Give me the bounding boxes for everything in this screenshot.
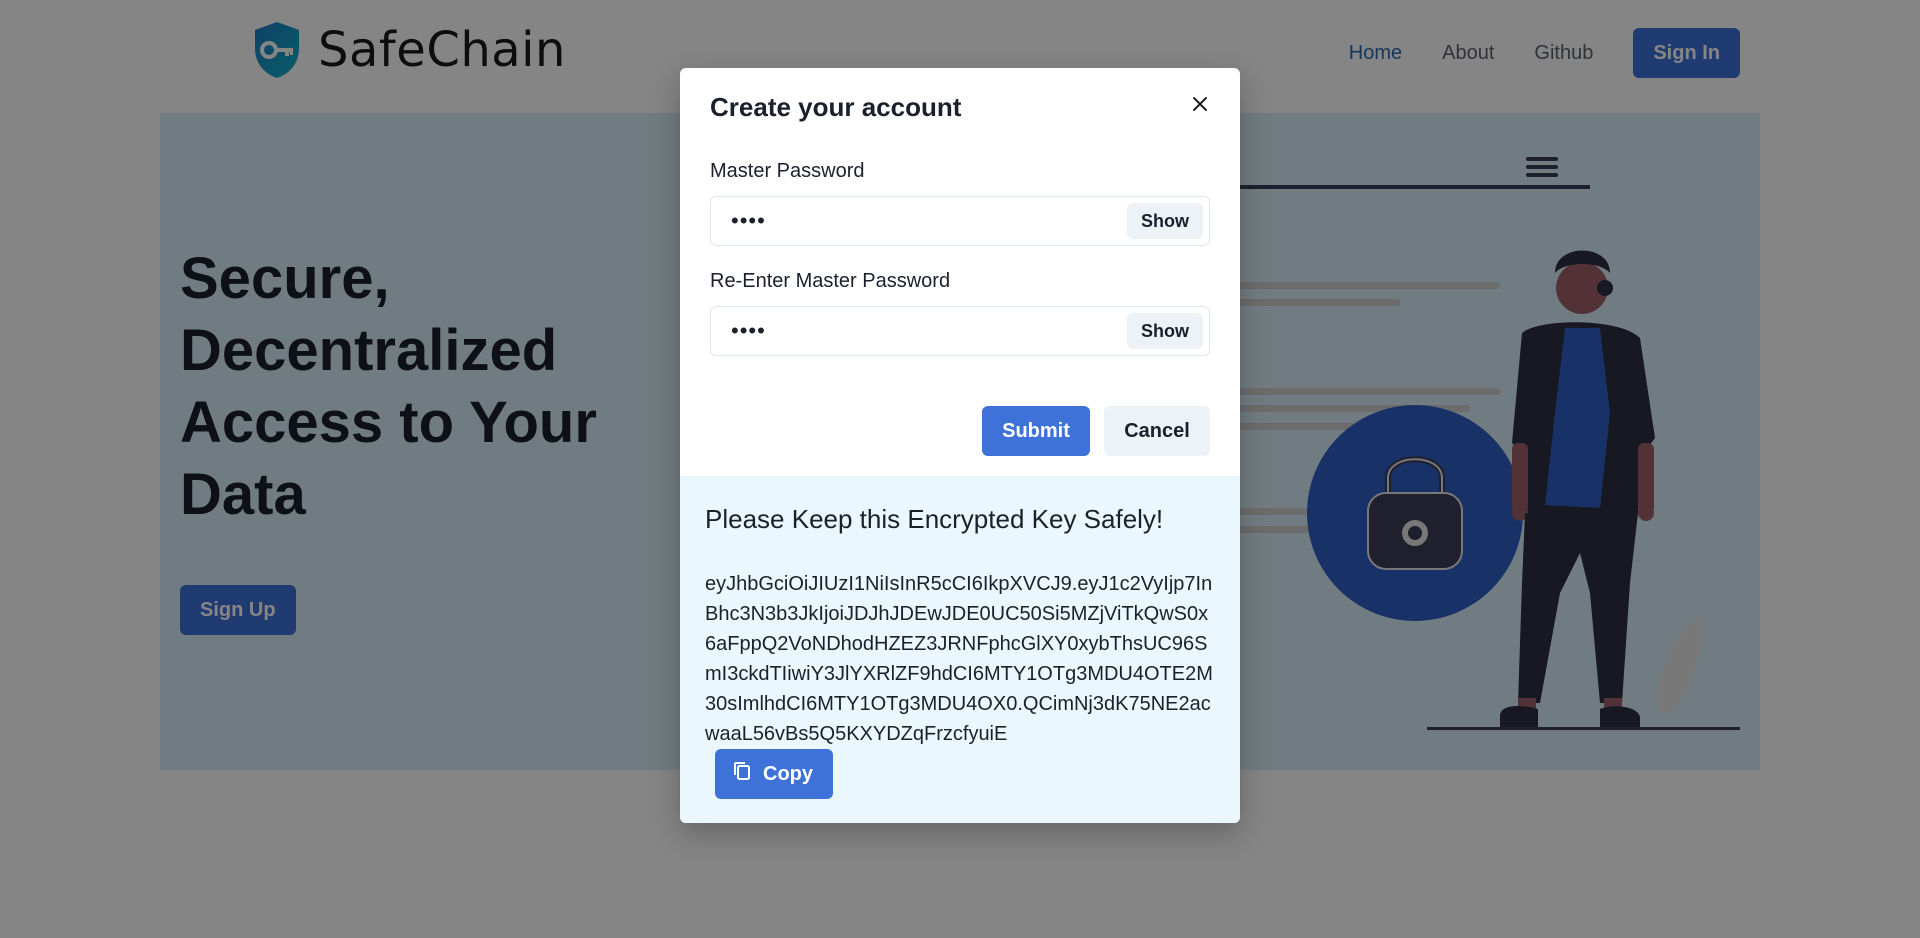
master-password-input[interactable]: [711, 197, 1101, 245]
close-button[interactable]: [1182, 86, 1218, 122]
encrypted-key-panel: Please Keep this Encrypted Key Safely! e…: [680, 476, 1240, 823]
modal-title: Create your account: [710, 92, 962, 122]
copy-button[interactable]: Copy: [715, 749, 833, 799]
reenter-password-show-button[interactable]: Show: [1127, 313, 1203, 349]
submit-button[interactable]: Submit: [982, 406, 1090, 456]
cancel-button[interactable]: Cancel: [1104, 406, 1210, 456]
create-account-modal: Create your account Master Password Show…: [680, 68, 1240, 823]
master-password-label: Master Password: [710, 160, 865, 182]
master-password-group: Show: [710, 196, 1210, 246]
reenter-password-input[interactable]: [711, 307, 1101, 355]
close-icon: [1193, 97, 1207, 111]
copy-icon: [733, 761, 751, 787]
reenter-password-group: Show: [710, 306, 1210, 356]
copy-button-label: Copy: [763, 762, 813, 785]
master-password-show-button[interactable]: Show: [1127, 203, 1203, 239]
reenter-password-label: Re-Enter Master Password: [710, 270, 951, 292]
encrypted-key-text: eyJhbGciOiJIUzI1NiIsInR5cCI6IkpXVCJ9.eyJ…: [705, 573, 1213, 745]
encrypted-key-heading: Please Keep this Encrypted Key Safely!: [705, 504, 1164, 534]
